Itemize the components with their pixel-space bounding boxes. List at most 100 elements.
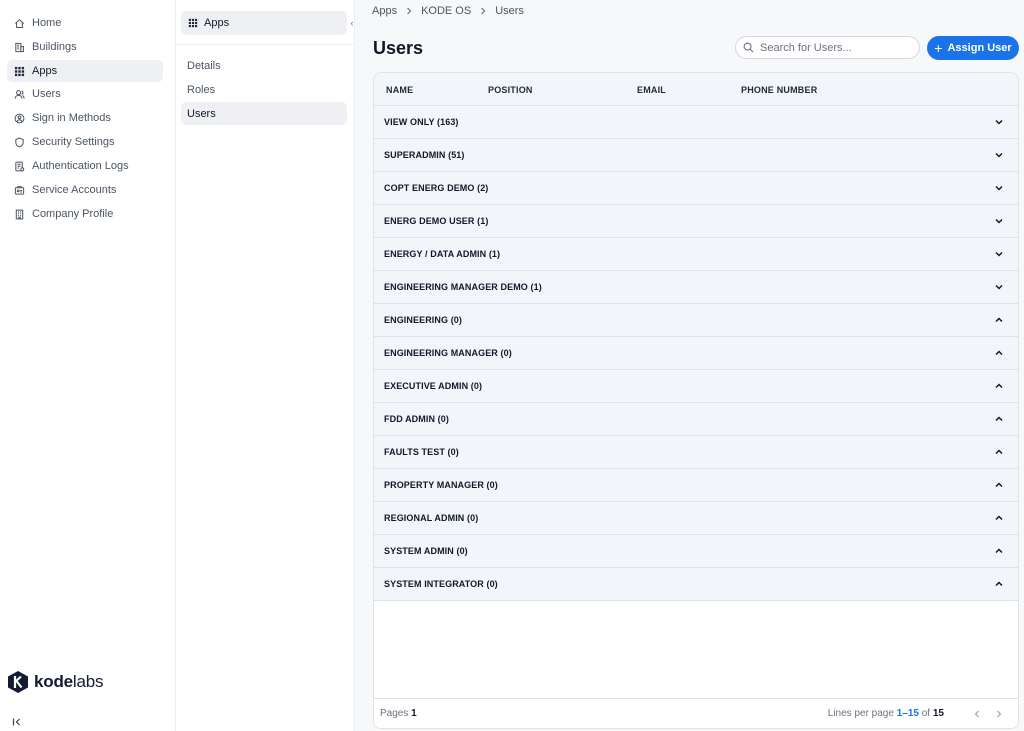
prev-page-button[interactable]: [970, 707, 984, 721]
grid-icon: [188, 18, 198, 28]
nav-label: Company Profile: [32, 208, 114, 220]
row-label: ENGINEERING MANAGER DEMO (1): [384, 282, 542, 292]
chevron-up-icon: [995, 548, 1003, 554]
table-row[interactable]: SUPERADMIN (51): [374, 139, 1018, 172]
shield-icon: [15, 137, 24, 147]
table-row[interactable]: SYSTEM INTEGRATOR (0): [374, 568, 1018, 601]
table-row[interactable]: ENERGY / DATA ADMIN (1): [374, 238, 1018, 271]
building-icon: [15, 42, 24, 52]
nav-label: Sign in Methods: [32, 112, 111, 124]
subnav-item-users[interactable]: Users: [181, 102, 347, 125]
nav-item-buildings[interactable]: Buildings: [7, 36, 163, 58]
table-row[interactable]: FDD ADMIN (0): [374, 403, 1018, 436]
table-row[interactable]: ENGINEERING (0): [374, 304, 1018, 337]
subnav-label: Users: [187, 107, 216, 120]
nav-label: Authentication Logs: [32, 160, 129, 172]
subnav-header-label: Apps: [204, 17, 230, 29]
table-row[interactable]: COPT ENERG DEMO (2): [374, 172, 1018, 205]
table-row[interactable]: ENGINEERING MANAGER DEMO (1): [374, 271, 1018, 304]
column-header-phone-number[interactable]: PHONE NUMBER: [741, 85, 817, 95]
plus-icon: +: [934, 40, 943, 56]
subnav-divider: [176, 44, 354, 45]
chevron-up-icon: [995, 317, 1003, 323]
table-row[interactable]: PROPERTY MANAGER (0): [374, 469, 1018, 502]
chevron-down-icon: [995, 251, 1003, 257]
row-label: REGIONAL ADMIN (0): [384, 513, 479, 523]
logo-text-bold: kode: [34, 672, 73, 691]
kodelabs-logo-icon: [8, 671, 28, 693]
assign-user-label: Assign User: [947, 42, 1012, 54]
subnav-label: Roles: [187, 83, 216, 96]
of-label: of: [921, 708, 931, 719]
nav-label: Users: [32, 88, 61, 100]
chevron-down-icon: [995, 152, 1003, 158]
nav-item-sign-in-methods[interactable]: Sign in Methods: [7, 107, 163, 129]
next-page-button[interactable]: [992, 707, 1006, 721]
row-label: SYSTEM INTEGRATOR (0): [384, 579, 498, 589]
row-label: SUPERADMIN (51): [384, 150, 465, 160]
subnav-label: Details: [187, 59, 221, 72]
assign-user-button[interactable]: + Assign User: [927, 36, 1019, 60]
chevron-up-icon: [995, 350, 1003, 356]
search-icon: [743, 42, 754, 53]
table-row[interactable]: FAULTS TEST (0): [374, 436, 1018, 469]
chevron-up-icon: [995, 383, 1003, 389]
nav-item-users[interactable]: Users: [7, 83, 163, 105]
log-icon: [15, 161, 25, 171]
home-icon: [15, 18, 24, 28]
subnav-item-details[interactable]: Details: [181, 54, 347, 77]
chevron-down-icon: [995, 185, 1003, 191]
table-row[interactable]: REGIONAL ADMIN (0): [374, 502, 1018, 535]
grid-icon: [14, 66, 25, 76]
subnav-header-apps[interactable]: Apps: [181, 11, 347, 35]
column-header-name[interactable]: NAME: [386, 85, 413, 95]
service-icon: [14, 185, 25, 195]
chevron-up-icon: [995, 581, 1003, 587]
nav-item-apps[interactable]: Apps: [7, 60, 163, 82]
breadcrumb-apps[interactable]: Apps: [372, 5, 397, 17]
table-row[interactable]: SYSTEM ADMIN (0): [374, 535, 1018, 568]
page-title: Users: [373, 38, 424, 58]
pagination: Lines per page 1–15 of 15: [828, 707, 1006, 721]
collapse-sidebar-icon[interactable]: [12, 717, 22, 727]
row-label: ENGINEERING (0): [384, 315, 463, 325]
row-label: ENGINEERING MANAGER (0): [384, 348, 512, 358]
table-footer: Pages 1 Lines per page 1–15 of 15: [374, 698, 1018, 728]
chevron-up-icon: [995, 482, 1003, 488]
nav-label: Home: [32, 17, 62, 29]
table-header: NAME POSITION EMAIL PHONE NUMBER: [374, 73, 1018, 106]
logo-text-light: labs: [72, 672, 104, 691]
nav-label: Security Settings: [32, 136, 115, 148]
nav-label: Apps: [32, 65, 58, 77]
pages-value: 1: [411, 708, 417, 719]
table-rows: VIEW ONLY (163) SUPERADMIN (51) COPT ENE…: [374, 106, 1018, 601]
nav-item-service-accounts[interactable]: Service Accounts: [7, 179, 163, 201]
sub-sidebar: Apps ‹ Details Roles Users: [176, 0, 355, 731]
chevron-up-icon: [995, 449, 1003, 455]
users-table: NAME POSITION EMAIL PHONE NUMBER VIEW ON…: [373, 72, 1019, 729]
subnav-item-roles[interactable]: Roles: [181, 78, 347, 101]
row-label: FDD ADMIN (0): [384, 414, 449, 424]
breadcrumb-kode-os[interactable]: KODE OS: [421, 5, 471, 17]
chevron-down-icon: [995, 119, 1003, 125]
pages-indicator: Pages 1: [380, 708, 417, 719]
nav-item-authentication-logs[interactable]: Authentication Logs: [7, 155, 163, 177]
table-row[interactable]: VIEW ONLY (163): [374, 106, 1018, 139]
pages-label: Pages: [380, 708, 409, 719]
nav-item-company-profile[interactable]: Company Profile: [7, 203, 163, 225]
nav-item-security-settings[interactable]: Security Settings: [7, 131, 163, 153]
row-label: ENERGY / DATA ADMIN (1): [384, 249, 501, 259]
column-header-position[interactable]: POSITION: [488, 85, 533, 95]
column-header-email[interactable]: EMAIL: [637, 85, 666, 95]
table-row[interactable]: ENGINEERING MANAGER (0): [374, 337, 1018, 370]
table-row[interactable]: EXECUTIVE ADMIN (0): [374, 370, 1018, 403]
table-row[interactable]: ENERG DEMO USER (1): [374, 205, 1018, 238]
chevron-up-icon: [995, 515, 1003, 521]
search-input[interactable]: [760, 41, 910, 54]
nav-item-home[interactable]: Home: [7, 12, 163, 34]
main-content: Apps KODE OS Users Users + Assign User N…: [355, 0, 1024, 731]
row-label: VIEW ONLY (163): [384, 117, 459, 127]
search-box[interactable]: [735, 36, 920, 59]
row-label: FAULTS TEST (0): [384, 447, 459, 457]
chevron-up-icon: [995, 416, 1003, 422]
